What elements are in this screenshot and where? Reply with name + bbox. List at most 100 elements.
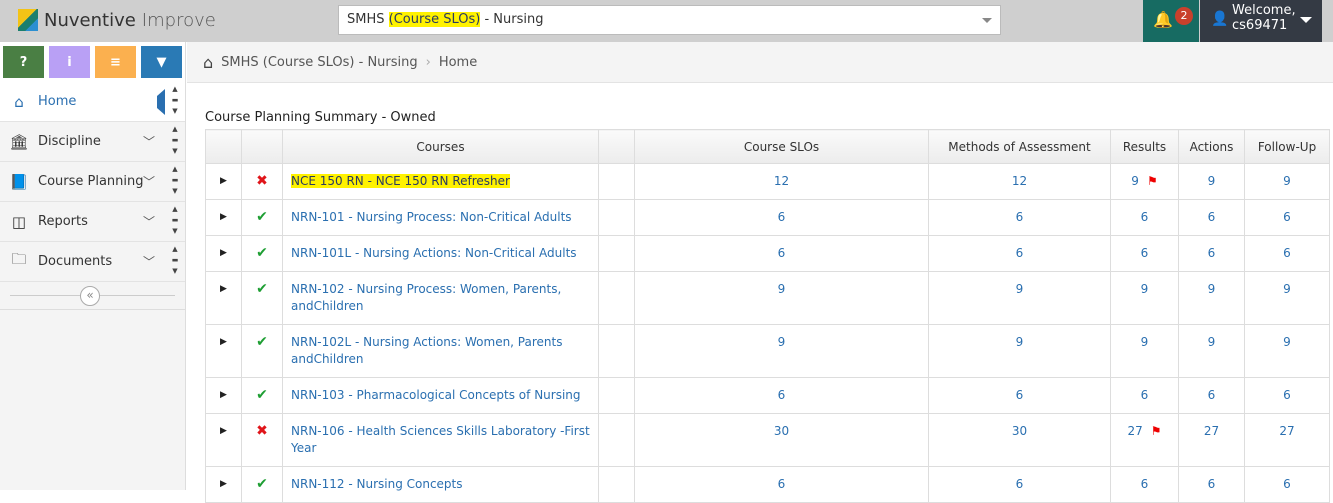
header-methods[interactable]: Methods of Assessment	[928, 129, 1111, 164]
table-row: ▶ ✖ NCE 150 RN - NCE 150 RN Refresher 12…	[205, 163, 1330, 200]
sidebar-item-reports[interactable]: ◫ Reports ﹀ ▲ ▬ ▼	[0, 202, 185, 242]
course-link[interactable]: NCE 150 RN - NCE 150 RN Refresher	[291, 174, 510, 188]
follow-up-cell[interactable]: 6	[1244, 466, 1330, 503]
results-cell[interactable]: 27 ⚑	[1110, 413, 1179, 467]
scrollbar[interactable]: ▲ ▬ ▼	[168, 204, 182, 240]
actions-cell[interactable]: 6	[1178, 235, 1245, 272]
follow-up-cell[interactable]: 9	[1244, 163, 1330, 200]
check-icon: ✔	[256, 281, 268, 297]
slos-cell[interactable]: 9	[634, 271, 929, 325]
sidebar-item-documents[interactable]: 🗀 Documents ﹀ ▲ ▬ ▼	[0, 242, 185, 282]
expand-row-button[interactable]: ▶	[205, 235, 242, 272]
scrollbar[interactable]: ▲ ▬ ▼	[168, 164, 182, 200]
logo-product: Improve	[141, 9, 216, 31]
methods-cell[interactable]: 6	[928, 466, 1111, 503]
slos-cell[interactable]: 30	[634, 413, 929, 467]
expand-row-button[interactable]: ▶	[205, 271, 242, 325]
table-row: ▶ ✔ NRN-103 - Pharmacological Concepts o…	[205, 377, 1330, 414]
course-link[interactable]: NRN-101 - Nursing Process: Non-Critical …	[291, 210, 572, 224]
header-follow-up[interactable]: Follow-Up	[1244, 129, 1330, 164]
methods-cell[interactable]: 6	[928, 235, 1111, 272]
header-results[interactable]: Results	[1110, 129, 1179, 164]
sidebar-item-discipline[interactable]: 🏛 Discipline ﹀ ▲ ▬ ▼	[0, 122, 185, 162]
blank-cell	[598, 377, 635, 414]
results-cell[interactable]: 6	[1110, 377, 1179, 414]
slos-cell[interactable]: 6	[634, 466, 929, 503]
scrollbar[interactable]: ▲ ▬ ▼	[168, 124, 182, 160]
expand-row-button[interactable]: ▶	[205, 324, 242, 378]
table-row: ▶ ✔ NRN-112 - Nursing Concepts 6 6 6 6 6	[205, 466, 1330, 503]
chevron-down-icon: ﹀	[143, 255, 156, 269]
notifications-button[interactable]: 🔔 2	[1143, 0, 1199, 42]
scrollbar[interactable]: ▲ ▬ ▼	[168, 244, 182, 280]
results-cell[interactable]: 6	[1110, 466, 1179, 503]
results-cell[interactable]: 9	[1110, 271, 1179, 325]
course-link[interactable]: NRN-106 - Health Sciences Skills Laborat…	[291, 424, 590, 455]
expand-row-button[interactable]: ▶	[205, 199, 242, 236]
sidebar-item-home[interactable]: ⌂ Home ▲ ▬ ▼	[0, 82, 185, 122]
logo[interactable]: Nuventive Improve	[18, 9, 216, 31]
header-actions[interactable]: Actions	[1178, 129, 1245, 164]
user-menu[interactable]: 👤 Welcome, cs69471	[1200, 0, 1322, 42]
logo-brand: Nuventive	[44, 9, 136, 31]
course-link[interactable]: NRN-102 - Nursing Process: Women, Parent…	[291, 282, 561, 313]
actions-cell[interactable]: 6	[1178, 199, 1245, 236]
course-link[interactable]: NRN-102L - Nursing Actions: Women, Paren…	[291, 335, 562, 366]
actions-cell[interactable]: 6	[1178, 377, 1245, 414]
collapse-sidebar-button[interactable]: «	[80, 286, 100, 306]
follow-up-cell[interactable]: 9	[1244, 271, 1330, 325]
filter-button[interactable]: ▼	[141, 46, 182, 78]
results-cell[interactable]: 6	[1110, 199, 1179, 236]
course-cell: NRN-112 - Nursing Concepts	[282, 466, 599, 503]
x-icon: ✖	[256, 423, 268, 439]
course-link[interactable]: NRN-103 - Pharmacological Concepts of Nu…	[291, 388, 581, 402]
follow-up-cell[interactable]: 6	[1244, 377, 1330, 414]
methods-cell[interactable]: 6	[928, 199, 1111, 236]
slos-cell[interactable]: 6	[634, 199, 929, 236]
slos-cell[interactable]: 6	[634, 235, 929, 272]
actions-cell[interactable]: 6	[1178, 466, 1245, 503]
bell-icon: 🔔	[1153, 10, 1173, 29]
slos-cell[interactable]: 9	[634, 324, 929, 378]
course-link[interactable]: NRN-101L - Nursing Actions: Non-Critical…	[291, 246, 577, 260]
follow-up-cell[interactable]: 9	[1244, 324, 1330, 378]
actions-cell[interactable]: 27	[1178, 413, 1245, 467]
expand-row-button[interactable]: ▶	[205, 163, 242, 200]
expand-row-button[interactable]: ▶	[205, 466, 242, 503]
actions-cell[interactable]: 9	[1178, 271, 1245, 325]
expand-row-button[interactable]: ▶	[205, 377, 242, 414]
blank-cell	[598, 271, 635, 325]
methods-cell[interactable]: 12	[928, 163, 1111, 200]
scrollbar[interactable]: ▲ ▬ ▼	[168, 84, 182, 120]
info-button[interactable]: i	[49, 46, 90, 78]
actions-cell[interactable]: 9	[1178, 163, 1245, 200]
follow-up-cell[interactable]: 6	[1244, 199, 1330, 236]
methods-cell[interactable]: 9	[928, 324, 1111, 378]
breadcrumb-root[interactable]: SMHS (Course SLOs) - Nursing	[221, 55, 417, 70]
methods-cell[interactable]: 30	[928, 413, 1111, 467]
blank-cell	[598, 413, 635, 467]
header-courses[interactable]: Courses	[282, 129, 599, 164]
follow-up-cell[interactable]: 6	[1244, 235, 1330, 272]
expand-row-button[interactable]: ▶	[205, 413, 242, 467]
follow-up-cell[interactable]: 27	[1244, 413, 1330, 467]
slos-cell[interactable]: 6	[634, 377, 929, 414]
results-value: 27	[1127, 424, 1143, 438]
username: cs69471	[1232, 18, 1288, 33]
list-button[interactable]: ≡	[95, 46, 136, 78]
unit-selector[interactable]: SMHS (Course SLOs) - Nursing	[338, 5, 1001, 35]
actions-cell[interactable]: 9	[1178, 324, 1245, 378]
home-icon[interactable]: ⌂	[203, 53, 213, 72]
methods-cell[interactable]: 9	[928, 271, 1111, 325]
methods-cell[interactable]: 6	[928, 377, 1111, 414]
results-cell[interactable]: 6	[1110, 235, 1179, 272]
course-link[interactable]: NRN-112 - Nursing Concepts	[291, 477, 463, 491]
results-cell[interactable]: 9	[1110, 324, 1179, 378]
results-cell[interactable]: 9 ⚑	[1110, 163, 1179, 200]
slos-cell[interactable]: 12	[634, 163, 929, 200]
header-course-slos[interactable]: Course SLOs	[634, 129, 929, 164]
sidebar-item-course-planning[interactable]: 📘 Course Planning ﹀ ▲ ▬ ▼	[0, 162, 185, 202]
help-button[interactable]: ?	[3, 46, 44, 78]
breadcrumb-separator: ›	[425, 54, 431, 70]
course-summary-table: Courses Course SLOs Methods of Assessmen…	[205, 129, 1330, 503]
